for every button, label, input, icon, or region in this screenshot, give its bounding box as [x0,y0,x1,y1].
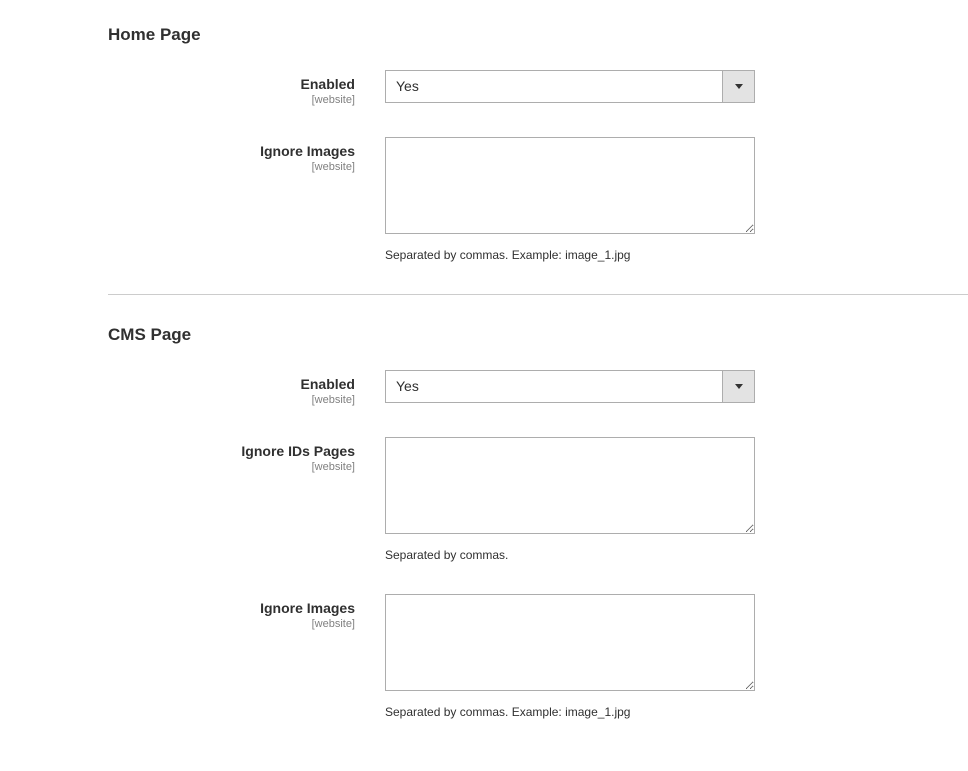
home-enabled-label-col: Enabled [website] [108,70,385,107]
cms-enabled-scope: [website] [108,393,355,407]
cms-enabled-label: Enabled [108,376,355,393]
home-ignore-images-row: Ignore Images [website] Separated by com… [0,137,968,264]
home-ignore-images-help: Separated by commas. Example: image_1.jp… [385,247,755,264]
dropdown-arrow-icon[interactable] [722,370,755,403]
cms-ignore-ids-row: Ignore IDs Pages [website] Separated by … [0,437,968,564]
cms-ignore-images-row: Ignore Images [website] Separated by com… [0,594,968,721]
cms-page-title: CMS Page [0,320,968,370]
home-page-section: Home Page Enabled [website] Yes Ignore I… [0,20,968,264]
cms-ignore-ids-label-col: Ignore IDs Pages [website] [108,437,385,474]
home-ignore-images-scope: [website] [108,160,355,174]
home-enabled-scope: [website] [108,93,355,107]
home-ignore-images-label: Ignore Images [108,143,355,160]
cms-ignore-ids-scope: [website] [108,460,355,474]
cms-enabled-select[interactable]: Yes [385,370,755,403]
cms-ignore-ids-help: Separated by commas. [385,547,755,564]
home-ignore-images-label-col: Ignore Images [website] [108,137,385,174]
cms-ignore-ids-input[interactable] [385,437,755,534]
cms-ignore-images-help: Separated by commas. Example: image_1.jp… [385,704,755,721]
home-enabled-value: Yes [385,70,722,103]
section-divider [108,294,968,295]
cms-ignore-images-label-col: Ignore Images [website] [108,594,385,631]
cms-ignore-images-scope: [website] [108,617,355,631]
home-page-title: Home Page [0,20,968,70]
cms-ignore-images-input[interactable] [385,594,755,691]
cms-enabled-row: Enabled [website] Yes [0,370,968,407]
cms-page-section: CMS Page Enabled [website] Yes Ignore ID… [0,320,968,721]
dropdown-arrow-icon[interactable] [722,70,755,103]
home-enabled-row: Enabled [website] Yes [0,70,968,107]
home-enabled-select[interactable]: Yes [385,70,755,103]
cms-enabled-value: Yes [385,370,722,403]
cms-enabled-label-col: Enabled [website] [108,370,385,407]
cms-ignore-images-label: Ignore Images [108,600,355,617]
home-enabled-label: Enabled [108,76,355,93]
cms-ignore-ids-label: Ignore IDs Pages [108,443,355,460]
home-ignore-images-input[interactable] [385,137,755,234]
